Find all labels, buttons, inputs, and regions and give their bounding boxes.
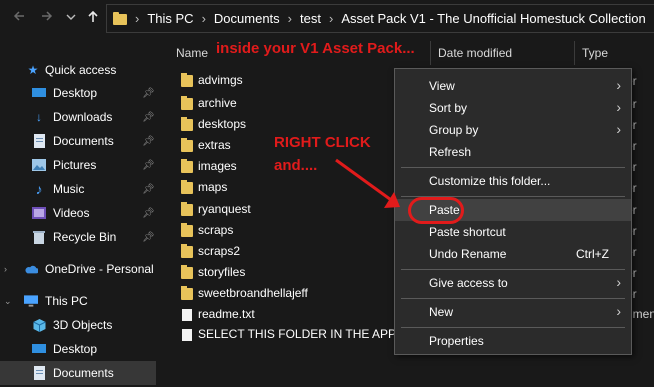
annotation-arrow [335, 158, 400, 208]
paste-highlight-ring [408, 197, 464, 224]
